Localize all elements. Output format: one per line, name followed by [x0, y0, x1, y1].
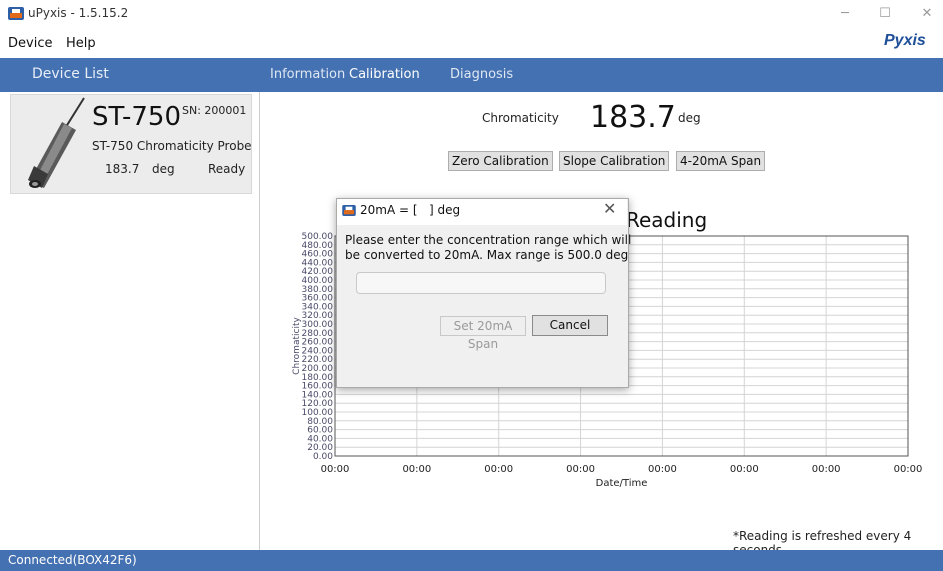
app-icon — [8, 7, 24, 20]
reading-value: 183.7 — [590, 100, 676, 135]
status-bar — [0, 550, 943, 571]
device-reading-unit: deg — [152, 162, 175, 176]
window-titlebar — [0, 0, 943, 28]
device-description: ST-750 Chromaticity Probe — [92, 139, 252, 153]
span-range-input[interactable] — [356, 272, 606, 294]
tab-calibration[interactable]: Calibration — [349, 67, 420, 82]
span-4-20ma-button[interactable]: 4-20mA Span — [676, 151, 766, 171]
reading-label: Chromaticity — [482, 111, 559, 125]
device-serial: SN: 200001 — [182, 104, 247, 117]
window-title: uPyxis - 1.5.15.2 — [28, 6, 129, 20]
menu-device[interactable]: Device — [8, 36, 52, 51]
x-tick-label: 00:00 — [812, 464, 841, 475]
menu-help[interactable]: Help — [66, 36, 96, 51]
dialog-message-line2: be converted to 20mA. Max range is 500.0… — [345, 248, 629, 262]
slope-calibration-button[interactable]: Slope Calibration — [559, 151, 670, 171]
connection-status: Connected(BOX42F6) — [8, 553, 137, 567]
tab-diagnosis[interactable]: Diagnosis — [450, 67, 513, 82]
close-icon[interactable]: ✕ — [918, 6, 936, 21]
y-axis-label: Chromaticity — [292, 317, 302, 375]
tab-information[interactable]: Information — [270, 67, 345, 82]
minimize-icon[interactable]: ─ — [836, 6, 854, 21]
device-status: Ready — [208, 162, 246, 176]
brand-logo: Pyxis — [884, 32, 926, 49]
zero-calibration-button[interactable]: Zero Calibration — [448, 151, 553, 171]
x-tick-label: 00:00 — [648, 464, 677, 475]
menu-bar — [0, 28, 943, 56]
dialog-close-icon[interactable]: ✕ — [603, 199, 616, 218]
cancel-button[interactable]: Cancel — [532, 315, 608, 336]
x-tick-label: 00:00 — [566, 464, 595, 475]
x-axis-label: Date/Time — [596, 478, 648, 489]
device-reading-value: 183.7 — [105, 162, 140, 176]
device-list-title: Device List — [32, 66, 109, 82]
set-20ma-span-button[interactable]: Set 20mA Span — [440, 316, 526, 351]
device-model: ST-750 — [92, 102, 182, 132]
y-tick-label: 0.00 — [313, 452, 333, 462]
reading-unit: deg — [678, 111, 701, 125]
probe-image — [28, 97, 85, 188]
x-tick-label: 00:00 — [402, 464, 431, 475]
dialog-title: 20mA = [ ] deg — [360, 203, 461, 217]
x-tick-label: 00:00 — [321, 464, 350, 475]
maximize-icon[interactable]: ☐ — [876, 6, 894, 21]
x-tick-label: 00:00 — [894, 464, 923, 475]
dialog-app-icon — [342, 205, 356, 216]
x-tick-label: 00:00 — [730, 464, 759, 475]
x-tick-label: 00:00 — [484, 464, 513, 475]
dialog-message-line1: Please enter the concentration range whi… — [345, 233, 632, 247]
